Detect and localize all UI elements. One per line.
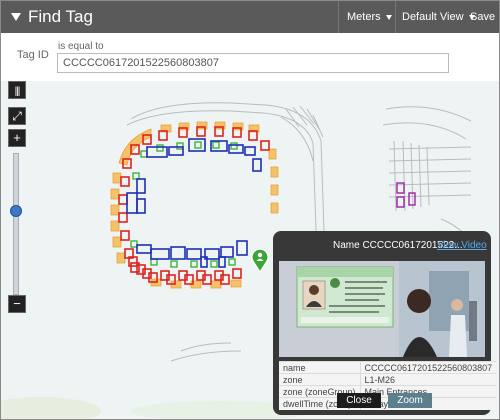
collapse-triangle-icon[interactable] (11, 13, 21, 21)
table-row: name CCCCC0617201522560803807 (279, 361, 497, 374)
header-bar: Find Tag Meters Default View Save (1, 1, 499, 33)
zoom-slider[interactable] (13, 153, 19, 295)
table-row: zone L1-M26 (279, 373, 497, 386)
zoom-out-button[interactable]: − (8, 295, 26, 313)
view-video-link[interactable]: View Video (437, 240, 487, 251)
save-button[interactable]: Save (470, 11, 495, 23)
find-tag-window: Find Tag Meters Default View Save Tag ID… (0, 0, 500, 420)
popup-header: Name CCCCC0617201522... View Video (273, 231, 491, 257)
filter-row: Tag ID is equal to (1, 33, 499, 81)
tag-id-input[interactable] (57, 53, 449, 73)
units-dropdown[interactable]: Meters (347, 11, 392, 23)
table-cell-value: L1-M26 (360, 373, 497, 386)
units-dropdown-label: Meters (347, 11, 381, 23)
popup-actions: Close Zoom (273, 389, 491, 415)
expand-icon: ⤢ (12, 109, 22, 123)
panel-title[interactable]: Find Tag (11, 7, 93, 27)
tag-id-label: Tag ID (17, 49, 49, 61)
plus-icon: + (13, 130, 21, 145)
table-cell-key: name (279, 361, 361, 374)
table-cell-key: zone (279, 373, 361, 386)
layers-button[interactable]: ||| (8, 81, 26, 99)
table-cell-value: CCCCC0617201522560803807 (360, 361, 497, 374)
operator-label: is equal to (58, 41, 104, 52)
panel-title-text: Find Tag (28, 7, 93, 26)
tag-info-popup: Name CCCCC0617201522... View Video name … (273, 231, 497, 415)
chevron-down-icon (385, 14, 392, 20)
layers-icon: ||| (14, 86, 21, 97)
person-pin-icon[interactable] (250, 247, 270, 273)
zoom-in-button[interactable]: + (8, 129, 26, 147)
zoom-slider-handle[interactable] (10, 205, 22, 217)
view-dropdown-label: Default View (402, 11, 464, 23)
header-divider (395, 1, 396, 33)
save-button-label: Save (470, 11, 496, 23)
id-card-image (279, 261, 485, 357)
fullscreen-button[interactable]: ⤢ (8, 107, 26, 125)
tag-photo (279, 261, 485, 357)
view-dropdown[interactable]: Default View (402, 11, 475, 23)
close-button[interactable]: Close (337, 393, 381, 408)
zoom-button[interactable]: Zoom (388, 393, 432, 408)
header-divider (338, 1, 339, 33)
minus-icon: − (13, 296, 21, 311)
